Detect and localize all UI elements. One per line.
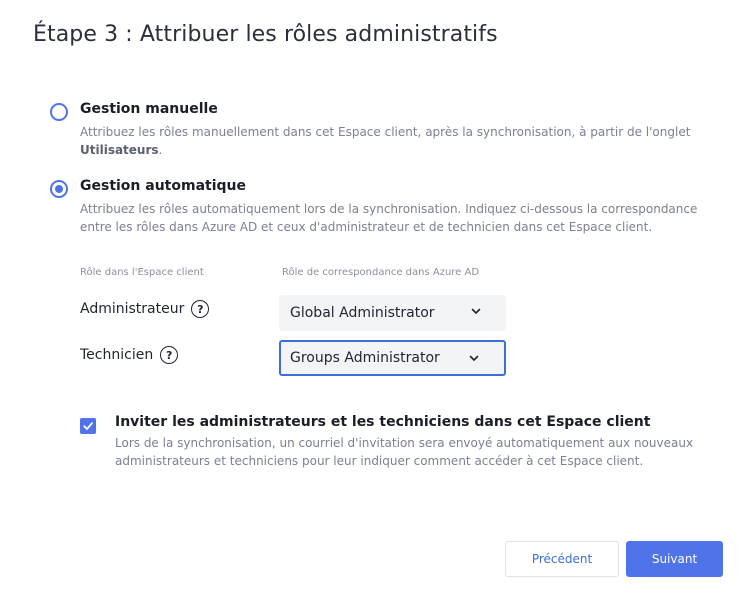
chevron-down-icon bbox=[469, 355, 479, 361]
previous-button[interactable]: Précédent bbox=[505, 541, 619, 577]
chevron-down-icon bbox=[471, 308, 481, 314]
option-manual-description: Attribuez les rôles manuellement dans ce… bbox=[80, 125, 691, 157]
azure-role-select-technician[interactable]: Groups Administrator bbox=[279, 340, 506, 376]
select-value: Global Administrator bbox=[290, 305, 435, 321]
role-label-administrator: Administrateur ? bbox=[80, 300, 210, 318]
column-header-client-role: Rôle dans l'Espace client bbox=[80, 267, 204, 278]
role-label-technician: Technicien ? bbox=[80, 346, 179, 364]
option-automatic-description: Attribuez les rôles automatiquement lors… bbox=[80, 202, 698, 234]
option-automatic-title: Gestion automatique bbox=[80, 178, 247, 194]
users-tab-mention: Utilisateurs bbox=[80, 143, 159, 157]
select-value: Groups Administrator bbox=[290, 350, 440, 366]
invite-checkbox[interactable] bbox=[80, 418, 96, 434]
radio-manual[interactable] bbox=[50, 103, 68, 121]
radio-automatic[interactable] bbox=[50, 180, 68, 198]
invite-description: Lors de la synchronisation, un courriel … bbox=[115, 436, 694, 468]
page-title: Étape 3 : Attribuer les rôles administra… bbox=[33, 22, 498, 47]
question-circle-icon[interactable]: ? bbox=[160, 346, 179, 364]
option-manual-title: Gestion manuelle bbox=[80, 101, 218, 117]
next-button[interactable]: Suivant bbox=[626, 541, 723, 577]
check-icon bbox=[83, 422, 93, 430]
question-circle-icon[interactable]: ? bbox=[191, 300, 210, 318]
azure-role-select-administrator[interactable]: Global Administrator bbox=[279, 295, 506, 331]
column-header-azure-role: Rôle de correspondance dans Azure AD bbox=[282, 267, 480, 278]
invite-title: Inviter les administrateurs et les techn… bbox=[115, 414, 651, 430]
